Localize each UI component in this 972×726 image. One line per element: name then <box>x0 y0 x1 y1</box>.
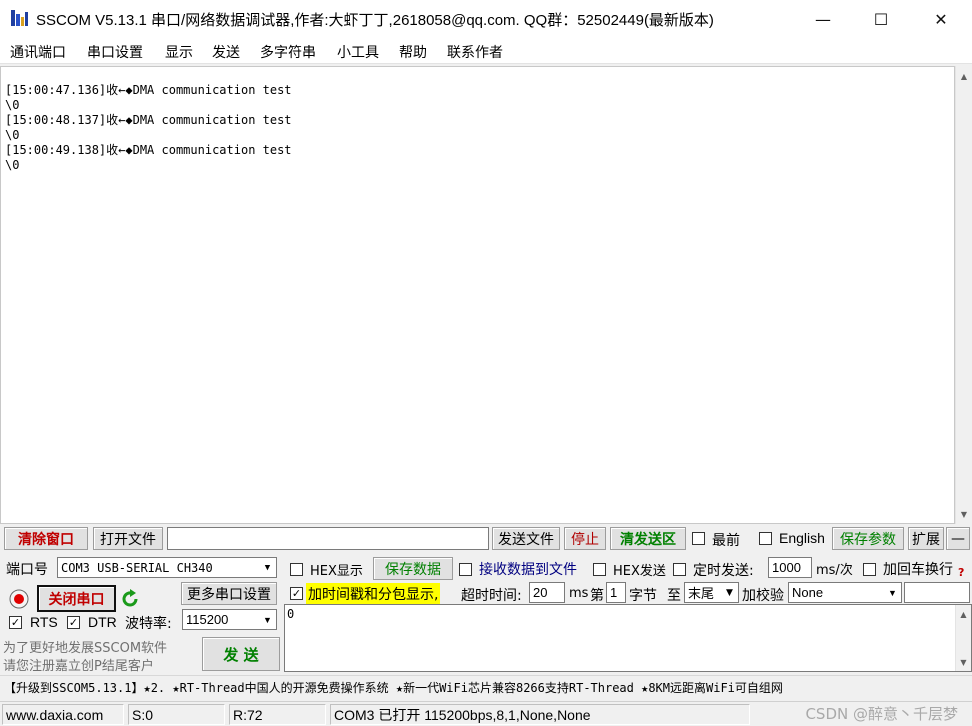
file-path-input[interactable] <box>167 527 489 550</box>
received-count: R:72 <box>229 704 326 725</box>
rts-checkbox[interactable]: ✓ <box>9 616 22 629</box>
toolbar: 清除窗口 打开文件 发送文件 停止 清发送区 最前 English 保存参数 扩… <box>0 526 972 552</box>
notice-bar[interactable]: 【升级到SSCOM5.13.1】★2. ★RT-Thread中国人的开源免费操作… <box>0 675 972 699</box>
hex-send-label: HEX发送 <box>613 564 666 579</box>
receive-line: [15:00:47.136]收←◆DMA communication test <box>5 83 292 97</box>
title-bar: SSCOM V5.13.1 串口/网络数据调试器,作者:大虾丁丁,2618058… <box>0 0 972 38</box>
menu-contact[interactable]: 联系作者 <box>447 42 503 62</box>
dtr-checkbox[interactable]: ✓ <box>67 616 80 629</box>
menu-send[interactable]: 发送 <box>212 42 240 62</box>
receive-line: \0 <box>5 98 20 112</box>
english-checkbox[interactable] <box>759 532 772 545</box>
timeout-label: 超时时间: <box>461 588 522 604</box>
scroll-up-icon[interactable]: ▲ <box>956 606 971 622</box>
more-serial-settings-button[interactable]: 更多串口设置 <box>181 582 277 605</box>
chevron-down-icon: ▼ <box>259 558 276 577</box>
menu-comm-port[interactable]: 通讯端口 <box>10 42 66 62</box>
minimize-button[interactable]: — <box>800 0 846 38</box>
help-icon[interactable]: ? <box>958 566 964 579</box>
timeout-unit-label: ms <box>569 586 589 601</box>
recv-to-file-checkbox[interactable] <box>459 563 472 576</box>
close-icon: ✕ <box>934 9 948 29</box>
menu-serial-settings[interactable]: 串口设置 <box>87 42 143 62</box>
timed-send-checkbox[interactable] <box>673 563 686 576</box>
close-port-button[interactable]: 关闭串口 <box>37 585 116 612</box>
receive-line: [15:00:49.138]收←◆DMA communication test <box>5 143 292 157</box>
menu-display[interactable]: 显示 <box>165 42 193 62</box>
promo-line-2: 请您注册嘉立创P结尾客户 <box>3 659 154 674</box>
port-label: 端口号 <box>6 562 48 578</box>
receive-line: \0 <box>5 128 20 142</box>
promo-line-1: 为了更好地发展SSCOM软件 <box>3 641 168 656</box>
close-button[interactable]: ✕ <box>918 0 964 38</box>
chevron-down-icon: ▼ <box>884 583 901 602</box>
interval-unit-label: ms/次 <box>816 563 853 578</box>
chevron-down-icon: ▼ <box>259 610 276 629</box>
collapse-button[interactable]: — <box>946 527 970 550</box>
receive-scrollbar[interactable]: ▲ ▼ <box>955 66 972 524</box>
app-icon <box>11 10 28 26</box>
recv-to-file-label[interactable]: 接收数据到文件 <box>479 559 577 579</box>
baud-select[interactable]: 115200 ▼ <box>182 609 277 630</box>
expand-button[interactable]: 扩展 <box>908 527 944 550</box>
port-select[interactable]: COM3 USB-SERIAL CH340 ▼ <box>57 557 277 578</box>
watermark: CSDN @醉意丶千层梦 <box>805 705 958 723</box>
menu-tools[interactable]: 小工具 <box>337 42 379 62</box>
open-file-button[interactable]: 打开文件 <box>93 527 163 550</box>
minimize-icon: — <box>815 9 831 29</box>
checksum-extra-field[interactable] <box>904 582 970 603</box>
menu-bar: 通讯端口 串口设置 显示 发送 多字符串 小工具 帮助 联系作者 <box>0 38 972 64</box>
hex-display-label: HEX显示 <box>310 564 363 579</box>
timestamp-checkbox[interactable]: ✓ <box>290 587 303 600</box>
add-crlf-label: 加回车换行 <box>883 562 953 578</box>
topmost-checkbox[interactable] <box>692 532 705 545</box>
scroll-down-icon[interactable]: ▼ <box>956 506 972 522</box>
scroll-up-icon[interactable]: ▲ <box>956 68 972 84</box>
clear-send-button[interactable]: 清发送区 <box>610 527 686 550</box>
dtr-label: DTR <box>88 614 117 630</box>
send-button[interactable]: 发 送 <box>202 637 280 671</box>
end-select[interactable]: 末尾 ▼ <box>684 582 739 603</box>
save-params-button[interactable]: 保存参数 <box>832 527 904 550</box>
byte-start-input[interactable]: 1 <box>606 582 626 603</box>
port-status-icon <box>9 589 29 609</box>
receive-area[interactable]: [15:00:47.136]收←◆DMA communication test … <box>0 66 955 524</box>
hex-display-checkbox[interactable] <box>290 563 303 576</box>
receive-line: [15:00:48.137]收←◆DMA communication test <box>5 113 292 127</box>
byte-prefix-label: 第 <box>590 588 604 604</box>
website-link[interactable]: www.daxia.com <box>2 704 124 725</box>
timeout-input[interactable]: 20 <box>529 582 565 603</box>
rts-label: RTS <box>30 614 58 630</box>
checksum-label: 加校验 <box>742 588 784 604</box>
port-status: COM3 已打开 115200bps,8,1,None,None <box>330 704 750 725</box>
timed-send-label: 定时发送: <box>693 563 754 579</box>
stop-button[interactable]: 停止 <box>564 527 606 550</box>
interval-input[interactable]: 1000 <box>768 557 812 578</box>
maximize-icon: ☐ <box>873 9 889 29</box>
menu-multi-string[interactable]: 多字符串 <box>260 42 316 62</box>
to-label: 至 <box>667 588 681 604</box>
refresh-icon[interactable] <box>119 588 141 610</box>
receive-line: \0 <box>5 158 20 172</box>
topmost-label: 最前 <box>712 533 740 549</box>
chevron-down-icon: ▼ <box>721 583 738 602</box>
send-file-button[interactable]: 发送文件 <box>492 527 560 550</box>
save-data-button[interactable]: 保存数据 <box>373 557 453 580</box>
byte-unit-label: 字节 <box>629 588 657 604</box>
english-label: English <box>779 530 825 546</box>
menu-help[interactable]: 帮助 <box>399 42 427 62</box>
baud-label: 波特率: <box>125 616 172 632</box>
send-input[interactable]: 0 <box>284 604 972 672</box>
timestamp-label: 加时间戳和分包显示, <box>306 583 441 605</box>
sent-count: S:0 <box>128 704 225 725</box>
add-crlf-checkbox[interactable] <box>863 563 876 576</box>
window-title: SSCOM V5.13.1 串口/网络数据调试器,作者:大虾丁丁,2618058… <box>36 12 714 29</box>
checksum-select[interactable]: None ▼ <box>788 582 902 603</box>
send-scrollbar[interactable]: ▲ ▼ <box>955 605 971 671</box>
scroll-down-icon[interactable]: ▼ <box>956 654 971 670</box>
maximize-button[interactable]: ☐ <box>858 0 904 38</box>
hex-send-checkbox[interactable] <box>593 563 606 576</box>
clear-window-button[interactable]: 清除窗口 <box>4 527 88 550</box>
send-text: 0 <box>287 607 295 621</box>
